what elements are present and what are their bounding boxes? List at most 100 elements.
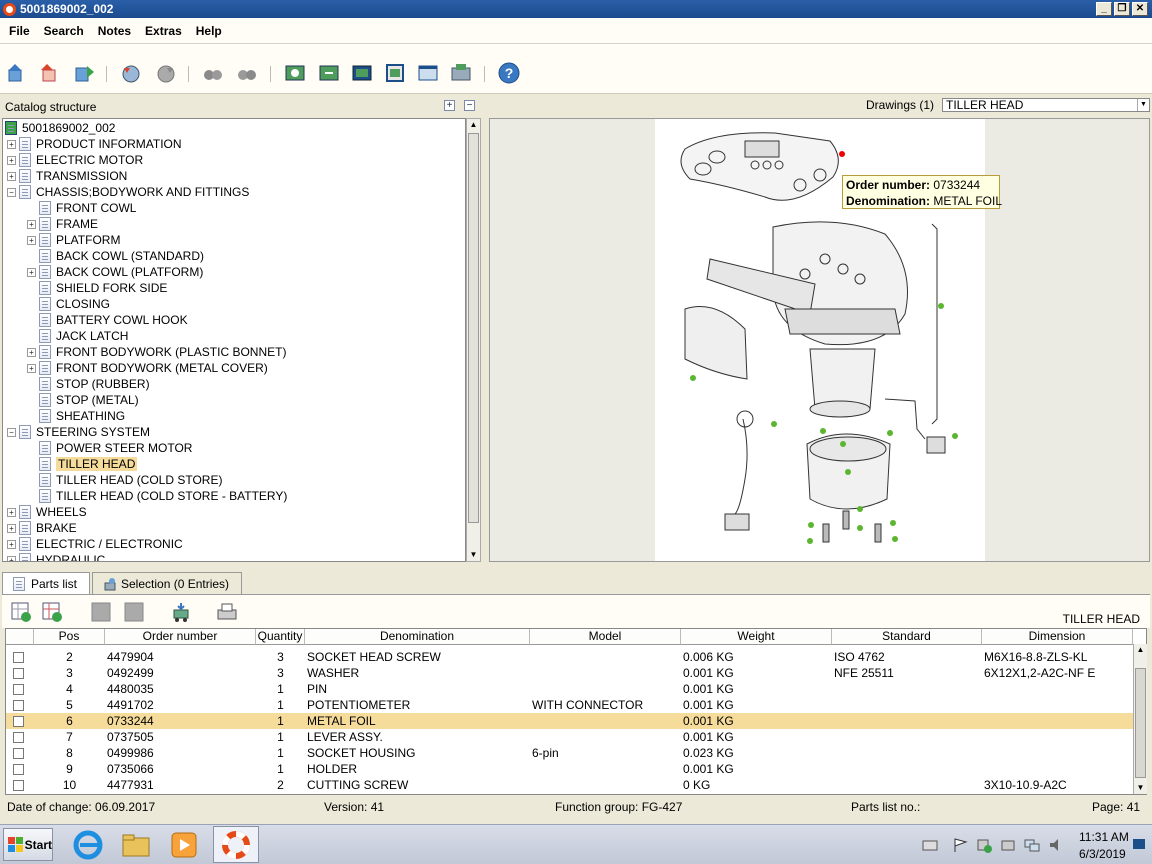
table-row[interactable]: 9 0735066 1 HOLDER 0.001 KG bbox=[6, 761, 1133, 777]
row-checkbox[interactable] bbox=[13, 764, 24, 775]
tree-item[interactable]: + BACK COWL (PLATFORM) bbox=[27, 264, 203, 280]
network-icon[interactable] bbox=[1024, 837, 1040, 853]
zoom-in-icon[interactable] bbox=[284, 62, 306, 84]
add-to-selection-icon[interactable] bbox=[10, 601, 32, 623]
column-header[interactable]: Quantity bbox=[256, 629, 305, 645]
start-button[interactable]: Start bbox=[3, 828, 53, 861]
collapse-icon[interactable]: − bbox=[7, 427, 16, 437]
row-checkbox[interactable] bbox=[13, 732, 24, 743]
tree-item[interactable]: STOP (RUBBER) bbox=[27, 376, 150, 392]
tree-item[interactable]: + PRODUCT INFORMATION bbox=[7, 136, 182, 152]
menu-search[interactable]: Search bbox=[37, 24, 91, 38]
drawing-select[interactable]: TILLER HEAD ▼ bbox=[942, 98, 1150, 112]
column-header[interactable]: Pos bbox=[34, 629, 105, 645]
column-header[interactable]: Model bbox=[530, 629, 681, 645]
chevron-down-icon[interactable]: ▼ bbox=[1137, 99, 1149, 111]
row-checkbox[interactable] bbox=[13, 716, 24, 727]
tree-item[interactable]: + FRAME bbox=[27, 216, 98, 232]
parts-scrollbar[interactable]: ▲ ▼ bbox=[1133, 644, 1147, 794]
restore-button[interactable]: ❐ bbox=[1114, 2, 1130, 16]
tree-item[interactable]: + FRONT BODYWORK (PLASTIC BONNET) bbox=[27, 344, 286, 360]
column-header[interactable]: Dimension bbox=[982, 629, 1133, 645]
expand-icon[interactable]: + bbox=[7, 555, 16, 561]
home-icon[interactable] bbox=[5, 62, 27, 84]
storage-icon[interactable] bbox=[1000, 837, 1016, 853]
back-icon[interactable] bbox=[38, 62, 60, 84]
collapse-all-button[interactable]: − bbox=[464, 100, 475, 111]
menu-extras[interactable]: Extras bbox=[138, 24, 189, 38]
tree-item[interactable]: + ELECTRIC / ELECTRONIC bbox=[7, 536, 183, 552]
volume-icon[interactable] bbox=[1048, 837, 1064, 853]
tree-item[interactable]: + FRONT BODYWORK (METAL COVER) bbox=[27, 360, 268, 376]
active-app-button[interactable] bbox=[213, 826, 259, 863]
tree-item[interactable]: TILLER HEAD (COLD STORE - BATTERY) bbox=[27, 488, 287, 504]
tree-item[interactable]: STOP (METAL) bbox=[27, 392, 139, 408]
cart-icon[interactable] bbox=[170, 601, 192, 623]
row-checkbox[interactable] bbox=[13, 668, 24, 679]
clock-time[interactable]: 11:31 AM bbox=[1079, 830, 1129, 844]
tree-scrollbar[interactable]: ▲ ▼ bbox=[466, 118, 481, 562]
scroll-thumb[interactable] bbox=[468, 133, 479, 523]
tree-item[interactable]: CLOSING bbox=[27, 296, 110, 312]
row-checkbox[interactable] bbox=[13, 748, 24, 759]
expand-icon[interactable]: + bbox=[7, 171, 16, 181]
history-back-icon[interactable] bbox=[120, 62, 142, 84]
clock-date[interactable]: 6/3/2019 bbox=[1079, 847, 1126, 861]
tree-item[interactable]: + HYDRAULIC bbox=[7, 552, 105, 561]
tree-item[interactable]: TILLER HEAD bbox=[27, 456, 138, 472]
expand-icon[interactable]: + bbox=[27, 219, 36, 229]
history-forward-icon[interactable] bbox=[155, 62, 177, 84]
tree-item[interactable]: SHEATHING bbox=[27, 408, 125, 424]
full-view-icon[interactable] bbox=[384, 62, 406, 84]
tree-item[interactable]: JACK LATCH bbox=[27, 328, 128, 344]
menu-notes[interactable]: Notes bbox=[91, 24, 138, 38]
expand-icon[interactable]: + bbox=[27, 267, 36, 277]
media-player-icon[interactable] bbox=[168, 829, 200, 861]
minimize-button[interactable]: _ bbox=[1096, 2, 1112, 16]
tree-item[interactable]: − STEERING SYSTEM bbox=[7, 424, 150, 440]
menu-file[interactable]: File bbox=[2, 24, 37, 38]
table-row[interactable]: 8 0499986 1 SOCKET HOUSING 6-pin 0.023 KG bbox=[6, 745, 1133, 761]
scroll-up-icon[interactable]: ▲ bbox=[468, 119, 479, 131]
expand-icon[interactable]: + bbox=[7, 539, 16, 549]
tree-item[interactable]: SHIELD FORK SIDE bbox=[27, 280, 167, 296]
expand-icon[interactable]: + bbox=[27, 235, 36, 245]
expand-icon[interactable]: + bbox=[27, 347, 36, 357]
tree-item[interactable]: + ELECTRIC MOTOR bbox=[7, 152, 143, 168]
flag-icon[interactable] bbox=[952, 837, 968, 853]
tree-item[interactable]: TILLER HEAD (COLD STORE) bbox=[27, 472, 222, 488]
scroll-up-icon[interactable]: ▲ bbox=[1135, 644, 1146, 656]
tree-item[interactable]: BATTERY COWL HOOK bbox=[27, 312, 188, 328]
column-header[interactable]: Standard bbox=[832, 629, 982, 645]
find-previous-icon[interactable] bbox=[202, 62, 224, 84]
scroll-down-icon[interactable]: ▼ bbox=[1135, 782, 1146, 794]
menu-help[interactable]: Help bbox=[189, 24, 229, 38]
column-header[interactable]: Order number bbox=[105, 629, 256, 645]
tree-item[interactable]: 5001869002_002 bbox=[5, 120, 115, 136]
window-view-icon[interactable] bbox=[417, 62, 439, 84]
tree-item[interactable]: − CHASSIS;BODYWORK AND FITTINGS bbox=[7, 184, 249, 200]
expand-icon[interactable]: + bbox=[7, 523, 16, 533]
tree-item[interactable]: FRONT COWL bbox=[27, 200, 136, 216]
expand-all-button[interactable]: + bbox=[444, 100, 455, 111]
print-image-icon[interactable] bbox=[450, 62, 472, 84]
forward-icon[interactable] bbox=[73, 62, 95, 84]
grid-disabled-icon[interactable] bbox=[90, 601, 112, 623]
table-row[interactable]: 7 0737505 1 LEVER ASSY. 0.001 KG bbox=[6, 729, 1133, 745]
column-header-checkbox[interactable] bbox=[6, 629, 34, 645]
expand-icon[interactable]: + bbox=[27, 363, 36, 373]
fit-image-icon[interactable] bbox=[351, 62, 373, 84]
keyboard-icon[interactable] bbox=[922, 837, 938, 853]
column-header[interactable]: Denomination bbox=[305, 629, 530, 645]
tab-selection[interactable]: Selection (0 Entries) bbox=[92, 572, 242, 594]
table-row[interactable]: 10 4477931 2 CUTTING SCREW 0 KG 3X10-10.9-A2C bbox=[6, 777, 1133, 793]
tree-item[interactable]: + BRAKE bbox=[7, 520, 77, 536]
scroll-thumb[interactable] bbox=[1135, 668, 1146, 778]
expand-icon[interactable]: + bbox=[7, 155, 16, 165]
table-row[interactable]: 6 0733244 1 METAL FOIL 0.001 KG bbox=[6, 713, 1133, 729]
column-header[interactable]: Weight bbox=[681, 629, 832, 645]
tree-item[interactable]: + PLATFORM bbox=[27, 232, 120, 248]
scroll-down-icon[interactable]: ▼ bbox=[468, 549, 479, 561]
row-checkbox[interactable] bbox=[13, 652, 24, 663]
grid-disabled-icon-2[interactable] bbox=[123, 601, 145, 623]
